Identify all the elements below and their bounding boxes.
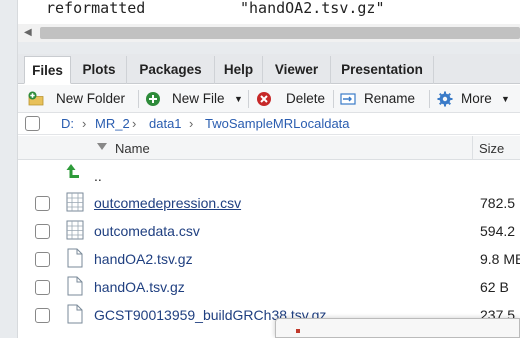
file-icon: [67, 304, 83, 324]
new-file-icon: [146, 92, 160, 106]
new-file-button[interactable]: New File ▼: [145, 88, 243, 110]
table-row[interactable]: outcomedepression.csv 782.5: [18, 189, 520, 217]
scroll-left-icon[interactable]: ◀: [24, 27, 32, 38]
env-variable-value: "handOA2.tsv.gz": [240, 0, 385, 17]
env-variable-name: reformatted: [46, 0, 146, 17]
breadcrumb-separator: ›: [82, 116, 87, 131]
size-column-header[interactable]: Size: [479, 141, 504, 156]
spreadsheet-icon: [66, 220, 84, 240]
chevron-down-icon: ▼: [234, 94, 243, 104]
popup-indicator-icon: [296, 329, 300, 333]
tab-files[interactable]: Files: [24, 56, 71, 84]
file-icon: [67, 248, 83, 268]
tab-help[interactable]: Help: [215, 56, 263, 84]
chevron-down-icon: ▼: [501, 94, 510, 104]
toolbar-divider: [248, 90, 249, 108]
left-gutter: [0, 0, 18, 338]
file-name-link[interactable]: outcomedata.csv: [94, 223, 200, 239]
file-name-link[interactable]: handOA2.tsv.gz: [94, 251, 193, 267]
parent-directory-label[interactable]: ..: [94, 168, 102, 184]
file-size: 594.2: [480, 223, 516, 239]
rename-button[interactable]: Rename: [340, 88, 416, 110]
column-divider: [472, 136, 473, 160]
breadcrumb-separator: ›: [189, 116, 194, 131]
breadcrumb: D: › MR_2 › data1 › TwoSampleMRLocaldata: [18, 113, 520, 135]
select-all-checkbox[interactable]: [25, 116, 40, 131]
table-row[interactable]: outcomedata.csv 594.2: [18, 217, 520, 245]
table-row[interactable]: handOA2.tsv.gz 9.8 MB: [18, 245, 520, 273]
rename-label: Rename: [364, 91, 416, 106]
horizontal-scrollbar[interactable]: ◀: [18, 24, 520, 42]
breadcrumb-separator: ›: [132, 116, 137, 131]
more-label: More: [461, 91, 492, 106]
breadcrumb-drive[interactable]: D:: [61, 116, 74, 131]
tab-presentation[interactable]: Presentation: [331, 56, 434, 84]
breadcrumb-mr2[interactable]: MR_2: [95, 116, 130, 131]
new-folder-icon: [28, 91, 44, 106]
pane-splitter[interactable]: [18, 42, 520, 54]
name-column-header[interactable]: Name: [115, 141, 150, 156]
delete-label: Delete: [286, 91, 326, 106]
delete-icon: [257, 92, 271, 106]
row-checkbox[interactable]: [35, 252, 50, 267]
gear-icon: [437, 91, 453, 107]
file-size: 782.5: [480, 195, 516, 211]
environment-row: reformatted "handOA2.tsv.gz": [18, 0, 520, 20]
breadcrumb-data1[interactable]: data1: [149, 116, 182, 131]
tab-plots[interactable]: Plots: [72, 56, 127, 84]
files-toolbar: New Folder New File ▼ Delete Rename More: [18, 85, 520, 113]
pane-tabs: Files Plots Packages Help Viewer Present…: [18, 54, 520, 84]
sort-down-icon[interactable]: [97, 143, 107, 150]
table-row[interactable]: handOA.tsv.gz 62 B: [18, 273, 520, 301]
file-size: 62 B: [480, 279, 509, 295]
scrollbar-thumb[interactable]: [40, 27, 520, 39]
row-checkbox[interactable]: [35, 308, 50, 323]
up-arrow-icon: [66, 164, 79, 178]
breadcrumb-current[interactable]: TwoSampleMRLocaldata: [205, 116, 350, 131]
overlay-popup[interactable]: [275, 318, 520, 338]
file-size: 9.8 MB: [480, 251, 520, 267]
row-checkbox[interactable]: [35, 224, 50, 239]
rename-icon: [340, 93, 356, 105]
list-item-parent[interactable]: ..: [18, 160, 520, 188]
row-checkbox[interactable]: [35, 280, 50, 295]
toolbar-divider: [333, 90, 334, 108]
spreadsheet-icon: [66, 192, 84, 212]
new-file-label: New File: [172, 91, 225, 106]
row-checkbox[interactable]: [35, 196, 50, 211]
toolbar-divider: [429, 90, 430, 108]
file-icon: [67, 276, 83, 296]
file-name-link[interactable]: handOA.tsv.gz: [94, 279, 185, 295]
new-folder-label: New Folder: [56, 91, 126, 106]
delete-button[interactable]: Delete: [256, 88, 328, 110]
toolbar-divider: [138, 90, 139, 108]
tab-viewer[interactable]: Viewer: [263, 56, 331, 84]
file-name-link[interactable]: outcomedepression.csv: [94, 195, 241, 211]
file-list-header: Name Size: [18, 136, 520, 160]
new-folder-button[interactable]: New Folder: [28, 88, 132, 110]
tab-packages[interactable]: Packages: [127, 56, 215, 84]
more-button[interactable]: More ▼: [437, 88, 513, 110]
